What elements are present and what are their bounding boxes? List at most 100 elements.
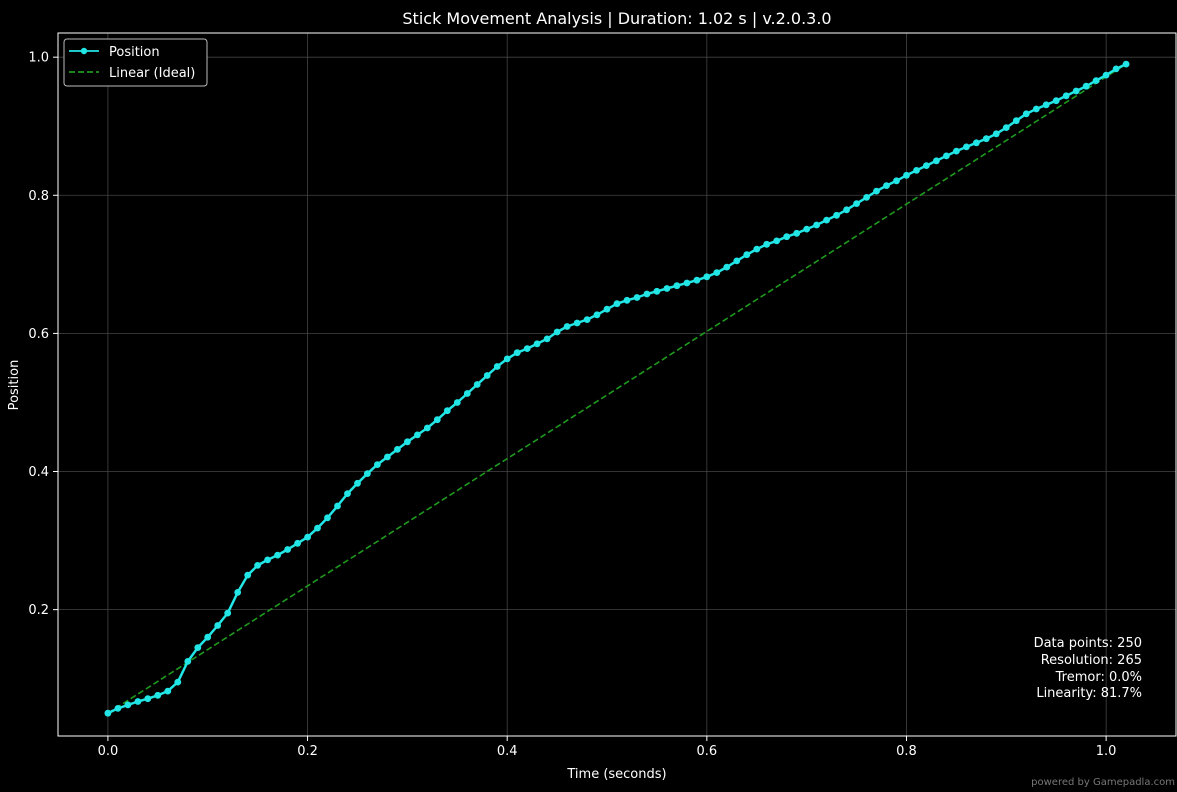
position-point-34 bbox=[443, 407, 451, 415]
position-point-72 bbox=[823, 216, 830, 224]
position-point-0 bbox=[104, 709, 112, 717]
x-tick-label-0: 0.0 bbox=[98, 744, 119, 759]
position-point-81 bbox=[913, 167, 920, 174]
stat-data-points: Data points: 250 bbox=[1034, 636, 1142, 651]
position-point-54 bbox=[643, 290, 651, 298]
position-point-7 bbox=[174, 678, 182, 686]
legend-position-label: Position bbox=[109, 45, 160, 60]
position-point-31 bbox=[414, 431, 421, 439]
position-point-20 bbox=[304, 533, 311, 541]
position-point-86 bbox=[963, 143, 970, 151]
position-point-71 bbox=[813, 221, 820, 229]
position-point-40 bbox=[503, 355, 511, 363]
position-point-98 bbox=[1082, 82, 1090, 90]
position-point-76 bbox=[863, 194, 870, 201]
position-point-47 bbox=[573, 319, 581, 327]
position-point-25 bbox=[354, 479, 361, 487]
position-point-50 bbox=[603, 305, 611, 313]
stat-tremor: Tremor: 0.0% bbox=[1055, 670, 1142, 685]
position-point-55 bbox=[653, 287, 661, 295]
stat-linearity: Linearity: 81.7% bbox=[1036, 686, 1142, 701]
position-point-64 bbox=[743, 251, 751, 259]
position-point-61 bbox=[713, 269, 721, 276]
position-point-35 bbox=[453, 399, 461, 406]
position-point-80 bbox=[903, 171, 910, 179]
x-tick-label-1: 0.2 bbox=[297, 744, 318, 759]
position-point-85 bbox=[953, 147, 960, 155]
position-point-9 bbox=[194, 644, 202, 651]
position-point-96 bbox=[1062, 92, 1070, 100]
position-point-102 bbox=[1122, 60, 1130, 68]
position-point-4 bbox=[144, 695, 152, 703]
position-point-97 bbox=[1072, 87, 1080, 95]
position-point-13 bbox=[234, 589, 242, 596]
position-point-90 bbox=[1002, 124, 1010, 131]
position-point-11 bbox=[214, 622, 222, 629]
position-point-94 bbox=[1042, 101, 1050, 109]
position-point-46 bbox=[563, 323, 571, 330]
position-point-29 bbox=[394, 446, 401, 453]
position-point-2 bbox=[124, 701, 132, 709]
position-point-68 bbox=[783, 233, 791, 241]
position-point-56 bbox=[663, 285, 671, 292]
position-point-49 bbox=[593, 311, 601, 319]
position-point-78 bbox=[883, 182, 890, 190]
position-point-100 bbox=[1102, 71, 1110, 79]
position-point-74 bbox=[843, 206, 850, 214]
position-point-39 bbox=[493, 363, 501, 370]
position-point-28 bbox=[384, 453, 391, 461]
position-point-8 bbox=[184, 658, 192, 665]
legend-linear-label: Linear (Ideal) bbox=[109, 66, 195, 81]
x-tick-label-4: 0.8 bbox=[896, 744, 917, 759]
legend: Position Linear (Ideal) bbox=[63, 38, 208, 87]
position-point-30 bbox=[404, 438, 411, 446]
position-point-82 bbox=[923, 162, 930, 170]
y-axis-label: Position bbox=[7, 360, 22, 411]
position-point-12 bbox=[224, 609, 232, 617]
position-point-57 bbox=[673, 282, 681, 290]
position-point-3 bbox=[134, 698, 142, 705]
position-point-48 bbox=[583, 316, 591, 323]
position-point-83 bbox=[933, 157, 940, 165]
position-point-41 bbox=[513, 349, 521, 357]
x-tick-label-5: 1.0 bbox=[1096, 744, 1117, 759]
position-point-19 bbox=[294, 539, 301, 547]
position-point-89 bbox=[992, 130, 1000, 138]
position-point-6 bbox=[164, 687, 172, 695]
x-tick-label-2: 0.4 bbox=[497, 744, 518, 759]
position-point-38 bbox=[483, 372, 491, 379]
y-tick-label-2: 0.6 bbox=[28, 327, 49, 342]
position-point-69 bbox=[793, 229, 801, 237]
x-axis-label: Time (seconds) bbox=[566, 767, 666, 782]
position-point-91 bbox=[1012, 117, 1020, 125]
position-point-1 bbox=[114, 705, 122, 712]
position-point-62 bbox=[723, 263, 731, 271]
position-point-92 bbox=[1022, 110, 1030, 118]
position-point-79 bbox=[893, 177, 900, 185]
chart-background bbox=[0, 0, 1177, 792]
position-point-93 bbox=[1032, 105, 1040, 113]
position-point-77 bbox=[873, 187, 880, 195]
position-point-18 bbox=[284, 546, 291, 553]
position-point-59 bbox=[693, 276, 701, 284]
position-point-66 bbox=[763, 240, 771, 248]
position-point-5 bbox=[154, 691, 162, 699]
position-point-51 bbox=[613, 300, 621, 308]
position-point-75 bbox=[853, 200, 860, 208]
footer-credit: powered by Gamepadla.com bbox=[1031, 777, 1175, 788]
position-point-33 bbox=[433, 416, 441, 424]
position-point-16 bbox=[264, 556, 271, 564]
position-point-95 bbox=[1052, 97, 1060, 105]
position-point-17 bbox=[274, 551, 281, 559]
x-tick-label-3: 0.6 bbox=[696, 744, 717, 759]
position-point-44 bbox=[543, 335, 551, 343]
position-point-42 bbox=[523, 345, 531, 352]
position-point-60 bbox=[703, 273, 711, 281]
position-point-36 bbox=[463, 390, 471, 397]
chart-title: Stick Movement Analysis | Duration: 1.02… bbox=[402, 9, 831, 28]
position-point-14 bbox=[244, 571, 252, 579]
position-point-58 bbox=[683, 279, 691, 287]
position-point-10 bbox=[204, 633, 212, 641]
position-point-23 bbox=[334, 502, 341, 510]
position-point-32 bbox=[423, 424, 431, 432]
